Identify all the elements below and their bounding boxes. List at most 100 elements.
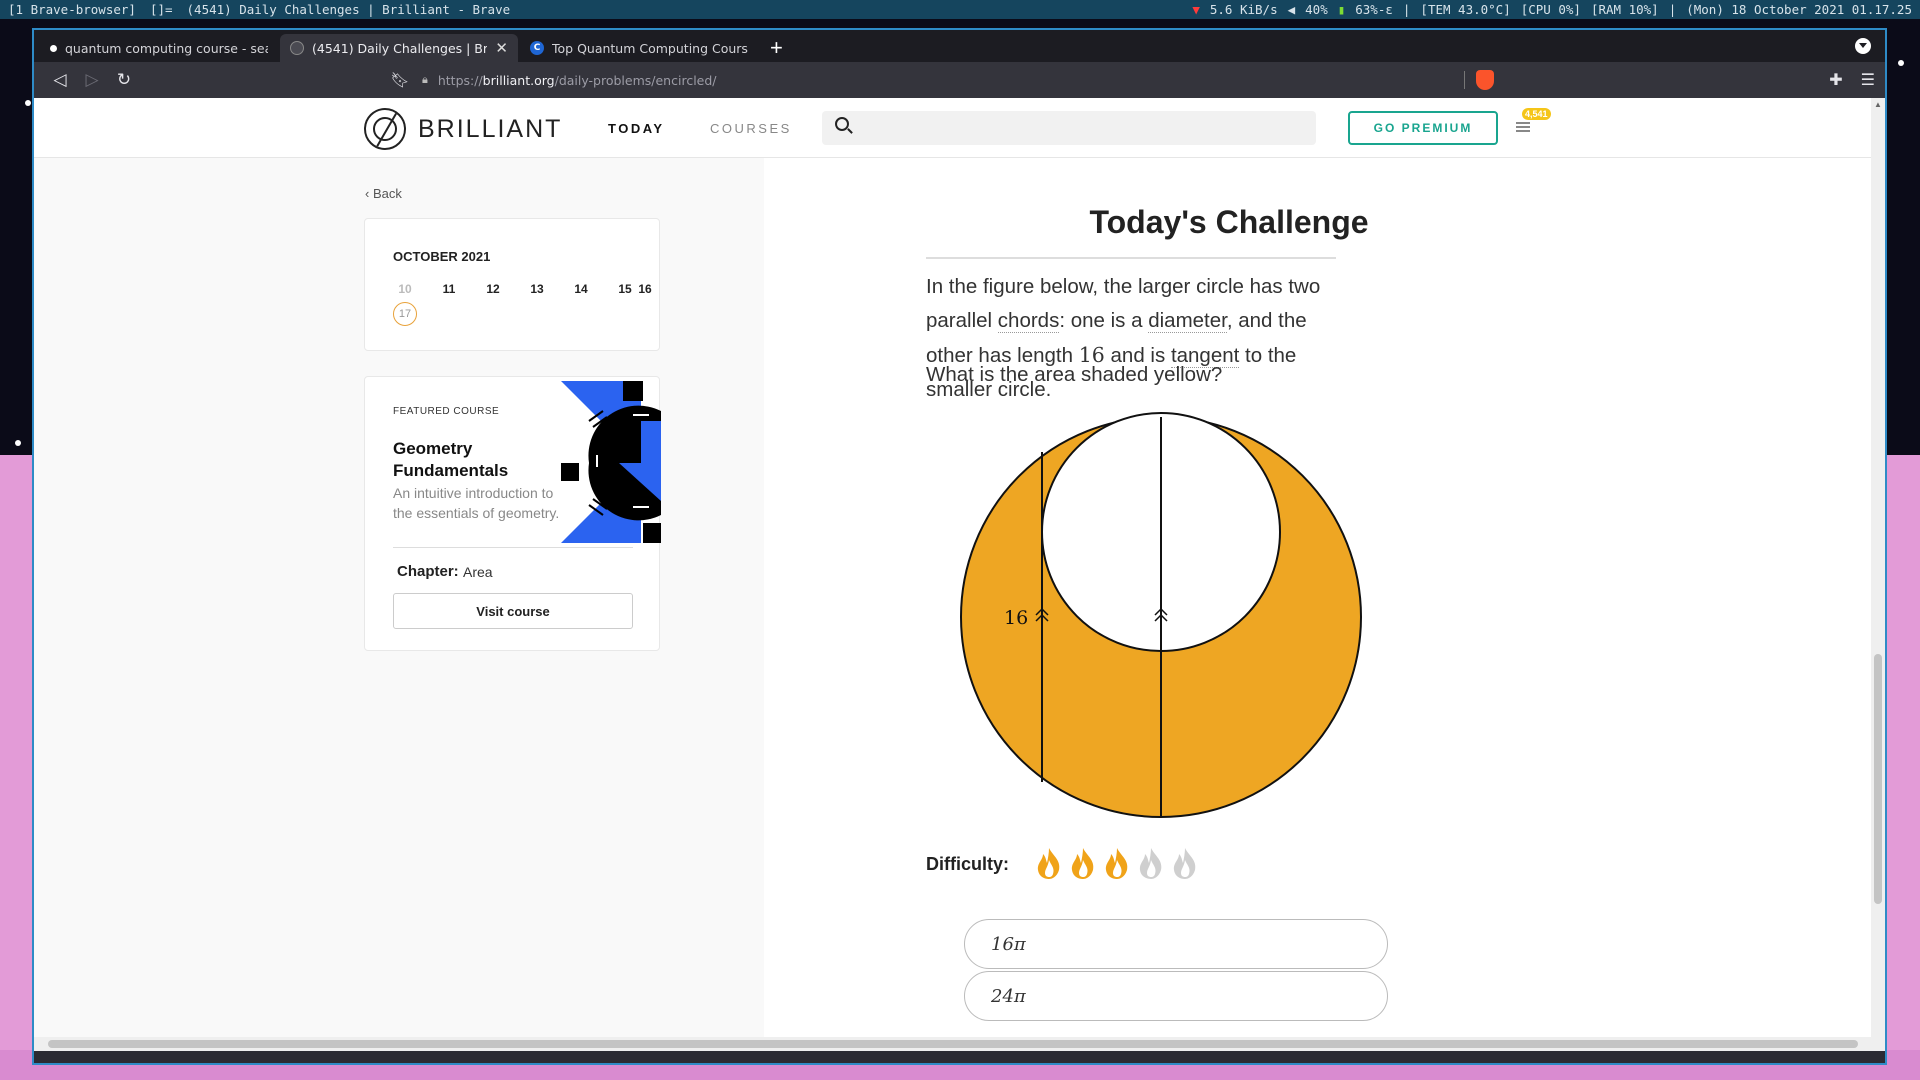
page-viewport: BRILLIANT TODAY COURSES GO PREMIUM 4,541…: [34, 98, 1885, 1051]
wallpaper-star: [25, 100, 31, 106]
horizontal-scroll-thumb[interactable]: [48, 1040, 1858, 1048]
chords-link[interactable]: chords: [997, 309, 1060, 333]
chapter-label: Chapter:: [397, 563, 459, 580]
volume-level: 40%: [1305, 2, 1328, 17]
nav-today-link[interactable]: TODAY: [608, 121, 665, 136]
vertical-scrollbar[interactable]: ▲: [1871, 98, 1885, 1051]
wallpaper-star: [1898, 60, 1904, 66]
new-tab-button[interactable]: +: [760, 34, 793, 62]
featured-course-description: An intuitive introduction to the essenti…: [393, 485, 560, 521]
divider: [393, 547, 633, 548]
address-divider: [1464, 71, 1465, 89]
calendar-day[interactable]: 16: [633, 282, 657, 296]
tab-brilliant[interactable]: (4541) Daily Challenges | Brilliant ✕: [280, 34, 518, 62]
calendar-month: OCTOBER 2021: [393, 249, 491, 264]
difficulty-rating: [1035, 846, 1199, 880]
chord-length-label: 16: [1004, 607, 1028, 629]
layout-indicator[interactable]: []=: [150, 2, 173, 17]
answer-option[interactable]: 24π: [964, 971, 1388, 1021]
calendar-day[interactable]: 13: [525, 282, 549, 296]
wallpaper-art-left: [0, 455, 34, 1080]
navigation-bar: ◁ ▷ ↻ 🔖︎ 🔒︎ https:// brilliant.org /dail…: [34, 62, 1885, 98]
brilliant-icon: [290, 41, 304, 55]
diameter-link[interactable]: diameter: [1148, 309, 1227, 333]
cpu-usage: [CPU 0%]: [1520, 2, 1581, 17]
ram-usage: [RAM 10%]: [1590, 2, 1659, 17]
geometry-course-illustration-icon: [561, 381, 661, 543]
reload-icon[interactable]: ↻: [108, 66, 140, 94]
wallpaper-star: [15, 440, 21, 446]
brilliant-logo-icon: [364, 108, 406, 150]
browser-window: quantum computing course - searx.tiekoet…: [32, 28, 1887, 1065]
challenge-panel: Today's Challenge In the figure below, t…: [764, 158, 1871, 1051]
url-host: brilliant.org: [482, 72, 555, 88]
calendar-day[interactable]: 11: [437, 282, 461, 296]
calendar-today[interactable]: 17: [393, 302, 417, 326]
search-icon: [835, 117, 849, 131]
brilliant-logo[interactable]: BRILLIANT: [364, 108, 562, 150]
left-sidebar: ‹ Back OCTOBER 2021 10 11 12 13 14 15 16…: [34, 158, 764, 1051]
calendar-day[interactable]: 12: [481, 282, 505, 296]
page-title: Today's Challenge: [1089, 204, 1369, 240]
tab-title: (4541) Daily Challenges | Brilliant: [312, 40, 488, 56]
site-search-input[interactable]: [822, 111, 1316, 145]
scroll-up-icon[interactable]: ▲: [1874, 100, 1882, 109]
notification-badge[interactable]: 4,541: [1522, 108, 1551, 120]
url-path: /daily-problems/encircled/: [554, 72, 717, 88]
logo-text: BRILLIANT: [418, 114, 563, 143]
problem-figure: 16: [960, 412, 1362, 818]
flame-icon-empty: [1173, 848, 1196, 879]
flame-icon: [1071, 848, 1094, 879]
go-premium-button[interactable]: GO PREMIUM: [1348, 111, 1498, 145]
network-speed: 5.6 KiB/s: [1209, 2, 1278, 17]
temperature: [TEM 43.0°C]: [1420, 2, 1511, 17]
nav-courses-link[interactable]: COURSES: [710, 121, 792, 136]
bookmark-icon[interactable]: 🔖︎: [386, 66, 414, 94]
brave-shields-icon[interactable]: [1476, 70, 1494, 90]
flame-icon-empty: [1139, 848, 1162, 879]
visit-course-button[interactable]: Visit course: [393, 593, 633, 629]
battery-level: 63%-ε: [1355, 2, 1393, 17]
chevron-left-icon: ‹: [365, 186, 373, 201]
address-bar[interactable]: 🔒︎ https:// brilliant.org /daily-problem…: [422, 67, 1502, 93]
extensions-icon[interactable]: ✚: [1829, 70, 1842, 90]
close-icon[interactable]: ✕: [495, 39, 508, 57]
flame-icon: [1037, 848, 1060, 879]
tab-list-menu-icon[interactable]: [1855, 38, 1871, 54]
featured-course-title[interactable]: Geometry Fundamentals: [393, 438, 553, 482]
flame-icon: [1105, 848, 1128, 879]
vertical-scroll-thumb[interactable]: [1874, 654, 1882, 904]
calendar-day[interactable]: 14: [569, 282, 593, 296]
horizontal-scrollbar[interactable]: [34, 1037, 1885, 1051]
url-scheme: https://: [437, 72, 483, 88]
tab-quantum-courses[interactable]: C Top Quantum Computing Courses - Learn …: [520, 34, 758, 62]
system-status-bar: [1 Brave-browser] []= (4541) Daily Chall…: [0, 0, 1920, 19]
hamburger-menu-icon[interactable]: ☰: [1861, 70, 1875, 90]
tab-strip: quantum computing course - searx.tiekoet…: [34, 30, 1885, 62]
calendar-card: OCTOBER 2021 10 11 12 13 14 15 16 17: [364, 218, 660, 351]
back-arrow-icon[interactable]: ◁: [44, 66, 76, 94]
wallpaper-art-right: [1886, 455, 1920, 1080]
searx-icon: [50, 44, 57, 52]
battery-icon: ▮: [1337, 2, 1346, 17]
forward-arrow-icon[interactable]: ▷: [76, 66, 108, 94]
featured-course-card: FEATURED COURSE Geometry Fundamentals An…: [364, 376, 661, 651]
back-link[interactable]: ‹ Back: [365, 186, 402, 201]
volume-icon: ◀: [1287, 2, 1296, 17]
coursera-icon: C: [530, 41, 544, 55]
answer-option[interactable]: 16π: [964, 919, 1388, 969]
calendar-day[interactable]: 10: [393, 282, 417, 296]
tab-title: Top Quantum Computing Courses - Learn Qu…: [552, 40, 748, 56]
chapter-value: Area: [463, 564, 493, 580]
site-header: BRILLIANT TODAY COURSES GO PREMIUM 4,541: [34, 98, 1871, 158]
workspace-indicator[interactable]: [1 Brave-browser]: [8, 2, 136, 17]
lock-icon: 🔒︎: [422, 73, 428, 86]
window-title: (4541) Daily Challenges | Brilliant - Br…: [186, 2, 511, 17]
clock: (Mon) 18 October 2021 01.17.25: [1686, 2, 1912, 17]
title-divider: [926, 257, 1336, 259]
question-text: What is the area shaded yellow?: [926, 363, 1223, 386]
prompt-text: : one is a: [1059, 309, 1149, 332]
menu-icon[interactable]: [1516, 122, 1530, 132]
tab-title: quantum computing course - searx.tiekoet…: [65, 40, 268, 56]
tab-searx[interactable]: quantum computing course - searx.tiekoet…: [40, 34, 278, 62]
